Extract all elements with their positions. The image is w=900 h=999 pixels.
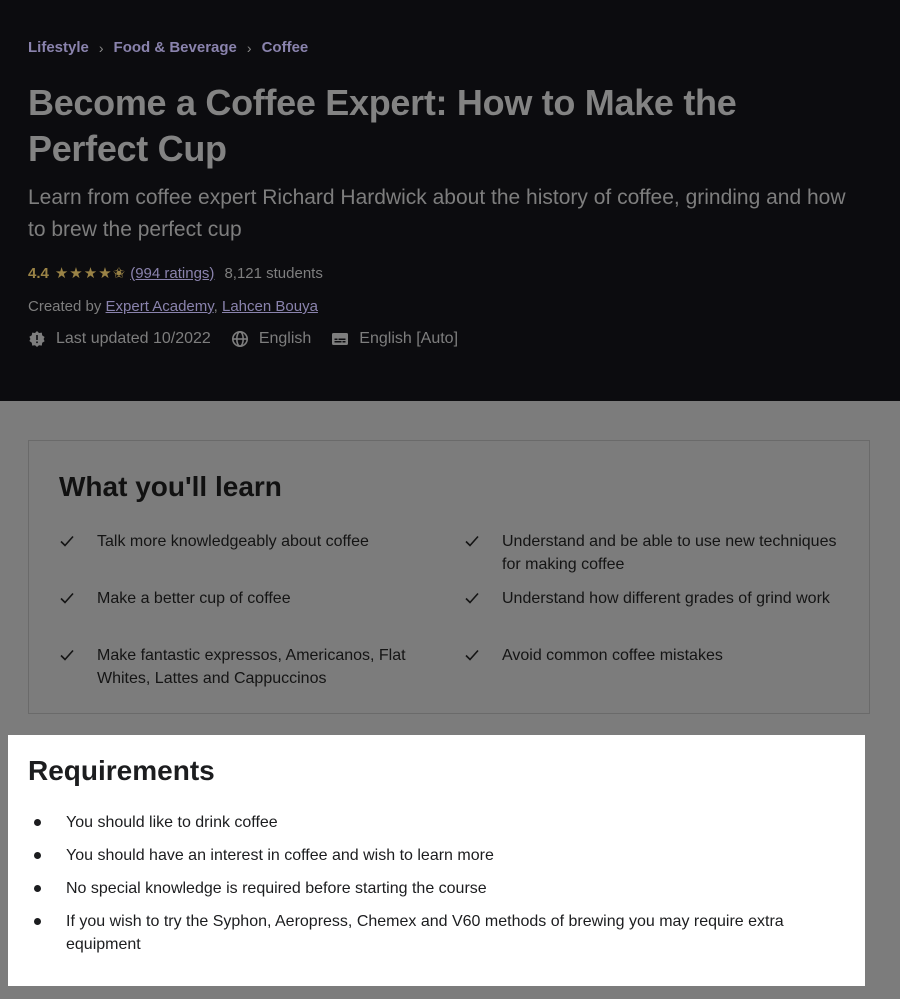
check-icon [464, 644, 502, 667]
breadcrumb-lifestyle[interactable]: Lifestyle [28, 39, 89, 56]
check-icon [59, 530, 97, 553]
bullet-icon [28, 910, 66, 956]
language-text: English [258, 330, 312, 347]
breadcrumb-separator: › [98, 39, 104, 56]
course-header: Lifestyle › Food & Beverage › Coffee Bec… [0, 0, 900, 401]
course-subtitle: Learn from coffee expert Richard Hardwic… [28, 186, 846, 241]
ratings-count-link[interactable]: (994 ratings) [130, 265, 214, 282]
created-by-label: Created by [28, 298, 102, 315]
learn-item: Avoid common coffee mistakes [464, 644, 842, 667]
course-meta: Last updated 10/2022 English English [Au… [28, 330, 478, 348]
breadcrumb-food-beverage[interactable]: Food & Beverage [114, 39, 237, 56]
breadcrumb: Lifestyle › Food & Beverage › Coffee [28, 39, 308, 56]
check-icon [59, 587, 97, 610]
learn-item: Make a better cup of coffee [59, 587, 437, 610]
bullet-icon [28, 844, 66, 867]
star-rating-icon: ★★★★✬ [54, 265, 127, 282]
learn-item: Talk more knowledgeably about coffee [59, 530, 437, 553]
learn-item: Understand how different grades of grind… [464, 587, 842, 610]
requirements-section: Requirements You should like to drink co… [8, 735, 865, 986]
captions: English [Auto] [331, 330, 458, 348]
breadcrumb-separator: › [246, 39, 252, 56]
language: English [231, 330, 311, 348]
students-count: 8,121 students [224, 264, 323, 282]
requirement-item: No special knowledge is required before … [28, 877, 838, 900]
bullet-icon [28, 811, 66, 834]
globe-icon [231, 330, 249, 348]
instructor-link-lahcen-bouya[interactable]: Lahcen Bouya [222, 298, 318, 315]
last-updated-text: Last updated 10/2022 [56, 330, 211, 347]
learn-title: What you'll learn [59, 471, 282, 502]
course-title: Become a Coffee Expert: How to Make the … [28, 82, 737, 169]
rating-value: 4.4 [28, 264, 49, 282]
requirements-list: You should like to drink coffee You shou… [28, 811, 838, 966]
requirement-item: You should have an interest in coffee an… [28, 844, 838, 867]
requirement-item: You should like to drink coffee [28, 811, 838, 834]
requirements-title: Requirements [28, 755, 215, 786]
requirement-item: If you wish to try the Syphon, Aeropress… [28, 910, 838, 956]
new-badge-icon [28, 330, 46, 348]
check-icon [464, 530, 502, 576]
breadcrumb-coffee[interactable]: Coffee [262, 39, 309, 56]
rating-row: 4.4 ★★★★✬ (994 ratings) 8,121 students [28, 264, 323, 283]
closed-captions-icon [331, 330, 349, 348]
captions-text: English [Auto] [359, 330, 459, 347]
check-icon [464, 587, 502, 610]
check-icon [59, 644, 97, 690]
bullet-icon [28, 877, 66, 900]
learn-item: Understand and be able to use new techni… [464, 530, 842, 576]
learn-item: Make fantastic expressos, Americanos, Fl… [59, 644, 437, 690]
what-you-will-learn: What you'll learn Talk more knowledgeabl… [28, 440, 870, 714]
created-by: Created by Expert Academy, Lahcen Bouya [28, 298, 318, 315]
instructor-link-expert-academy[interactable]: Expert Academy [106, 298, 214, 315]
last-updated: Last updated 10/2022 [28, 330, 211, 348]
